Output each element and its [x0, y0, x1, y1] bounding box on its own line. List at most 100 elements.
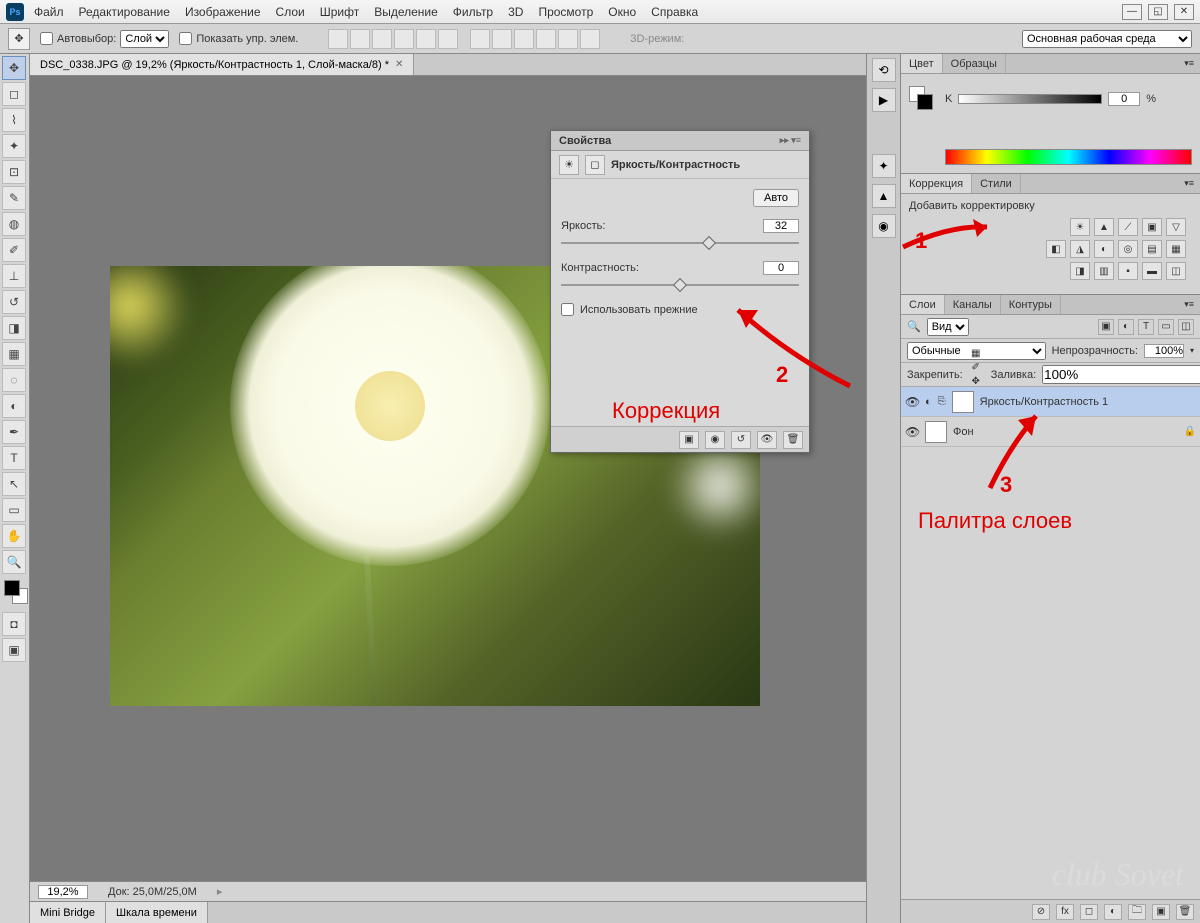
dodge-tool[interactable]: ◐	[2, 394, 26, 418]
workspace-dropdown[interactable]: Основная рабочая среда	[1022, 30, 1192, 48]
menu-file[interactable]: Файл	[34, 5, 64, 19]
menu-view[interactable]: Просмотр	[538, 5, 593, 19]
contrast-slider[interactable]	[561, 279, 799, 291]
pen-tool[interactable]: ✒	[2, 420, 26, 444]
color-tab[interactable]: Цвет	[901, 54, 943, 73]
menu-edit[interactable]: Редактирование	[79, 5, 170, 19]
histogram-dock-icon[interactable]: ▲	[872, 184, 896, 208]
nav-dock-icon[interactable]: ✦	[872, 154, 896, 178]
distribute-icon[interactable]	[514, 29, 534, 49]
k-value-input[interactable]	[1108, 92, 1140, 106]
blur-tool[interactable]: ◌	[2, 368, 26, 392]
mini-bridge-tab[interactable]: Mini Bridge	[30, 902, 106, 923]
close-button[interactable]: ✕	[1174, 4, 1194, 20]
menu-image[interactable]: Изображение	[185, 5, 261, 19]
reset-icon[interactable]: ↺	[731, 431, 751, 449]
link-layers-icon[interactable]: ⊘	[1032, 904, 1050, 920]
align-icon[interactable]	[328, 29, 348, 49]
visibility-icon[interactable]: 👁	[905, 425, 919, 439]
filter-shape-icon[interactable]: ▭	[1158, 319, 1174, 335]
align-icon[interactable]	[438, 29, 458, 49]
fill-adjust-icon[interactable]: ◐	[1104, 904, 1122, 920]
history-brush-tool[interactable]: ↺	[2, 290, 26, 314]
menu-select[interactable]: Выделение	[374, 5, 438, 19]
exposure-icon[interactable]: ▣	[1142, 218, 1162, 236]
layer-name[interactable]: Фон	[953, 426, 974, 438]
filter-type-icon[interactable]: T	[1138, 319, 1154, 335]
brightness-slider[interactable]	[561, 237, 799, 249]
auto-button[interactable]: Авто	[753, 189, 799, 207]
hand-tool[interactable]: ✋	[2, 524, 26, 548]
close-tab-icon[interactable]: ✕	[395, 59, 403, 70]
layers-tab[interactable]: Слои	[901, 295, 945, 314]
crop-tool[interactable]: ⊡	[2, 160, 26, 184]
filter-smart-icon[interactable]: ◫	[1178, 319, 1194, 335]
visibility-icon[interactable]: 👁	[757, 431, 777, 449]
gradient-map-icon[interactable]: ▬	[1142, 262, 1162, 280]
contrast-input[interactable]	[763, 261, 799, 275]
photo-filter-icon[interactable]: ◎	[1118, 240, 1138, 258]
filter-adjust-icon[interactable]: ◐	[1118, 319, 1134, 335]
layer-thumb[interactable]	[925, 421, 947, 443]
mask-mode-icon[interactable]: ◻	[585, 155, 605, 175]
shape-tool[interactable]: ▭	[2, 498, 26, 522]
properties-tab[interactable]: Свойства	[559, 135, 611, 147]
new-layer-icon[interactable]: ▣	[1152, 904, 1170, 920]
panel-menu-icon[interactable]: ▾≡	[1178, 299, 1200, 310]
layer-mask-thumb[interactable]	[952, 391, 974, 413]
layer-name[interactable]: Яркость/Контрастность 1	[980, 396, 1109, 408]
opacity-input[interactable]	[1144, 344, 1184, 358]
invert-icon[interactable]: ◨	[1070, 262, 1090, 280]
distribute-icon[interactable]	[558, 29, 578, 49]
align-icon[interactable]	[372, 29, 392, 49]
adjustments-tab[interactable]: Коррекция	[901, 174, 972, 193]
menu-help[interactable]: Справка	[651, 5, 698, 19]
actions-dock-icon[interactable]: ▶	[872, 88, 896, 112]
curves-icon[interactable]: ⟋	[1118, 218, 1138, 236]
filter-pixel-icon[interactable]: ▣	[1098, 319, 1114, 335]
maximize-button[interactable]: ◱	[1148, 4, 1168, 20]
paths-tab[interactable]: Контуры	[1001, 295, 1061, 314]
posterize-icon[interactable]: ▥	[1094, 262, 1114, 280]
styles-tab[interactable]: Стили	[972, 174, 1021, 193]
filter-kind-dropdown[interactable]: Вид	[927, 318, 969, 336]
lock-pixels-icon[interactable]: ✐	[969, 361, 983, 375]
history-dock-icon[interactable]: ⟲	[872, 58, 896, 82]
fx-icon[interactable]: fx	[1056, 904, 1074, 920]
zoom-input[interactable]	[38, 885, 88, 899]
eyedropper-tool[interactable]: ✎	[2, 186, 26, 210]
distribute-icon[interactable]	[580, 29, 600, 49]
channels-tab[interactable]: Каналы	[945, 295, 1001, 314]
lock-transparency-icon[interactable]: ▦	[969, 347, 983, 361]
brightness-contrast-icon[interactable]: ☀	[1070, 218, 1090, 236]
clip-icon[interactable]: ▣	[679, 431, 699, 449]
visibility-icon[interactable]: 👁	[905, 395, 919, 409]
quickmask-tool[interactable]: ◘	[2, 612, 26, 636]
type-tool[interactable]: T	[2, 446, 26, 470]
brightness-input[interactable]	[763, 219, 799, 233]
properties-dock-icon[interactable]: ◉	[872, 214, 896, 238]
layer-row[interactable]: 👁 Фон 🔒	[901, 417, 1200, 447]
hsl-icon[interactable]: ◧	[1046, 240, 1066, 258]
healing-tool[interactable]: ◍	[2, 212, 26, 236]
group-icon[interactable]: 🗀	[1128, 904, 1146, 920]
legacy-checkbox[interactable]	[561, 303, 574, 316]
screenmode-tool[interactable]: ▣	[2, 638, 26, 662]
distribute-icon[interactable]	[470, 29, 490, 49]
stamp-tool[interactable]: ⊥	[2, 264, 26, 288]
path-select-tool[interactable]: ↖	[2, 472, 26, 496]
align-icon[interactable]	[394, 29, 414, 49]
panel-menu-icon[interactable]: ▸▸ ▾≡	[780, 135, 801, 146]
color-swatches[interactable]	[2, 580, 27, 610]
marquee-tool[interactable]: ◻	[2, 82, 26, 106]
magic-wand-tool[interactable]: ✦	[2, 134, 26, 158]
move-tool[interactable]: ✥	[2, 56, 26, 80]
bw-icon[interactable]: ◐	[1094, 240, 1114, 258]
fill-input[interactable]	[1042, 365, 1200, 384]
vibrance-icon[interactable]: ▽	[1166, 218, 1186, 236]
align-icon[interactable]	[416, 29, 436, 49]
lookup-icon[interactable]: ▦	[1166, 240, 1186, 258]
layer-row[interactable]: 👁 ◐ ⎘ Яркость/Контрастность 1	[901, 387, 1200, 417]
zoom-tool[interactable]: 🔍	[2, 550, 26, 574]
color-balance-icon[interactable]: ◮	[1070, 240, 1090, 258]
